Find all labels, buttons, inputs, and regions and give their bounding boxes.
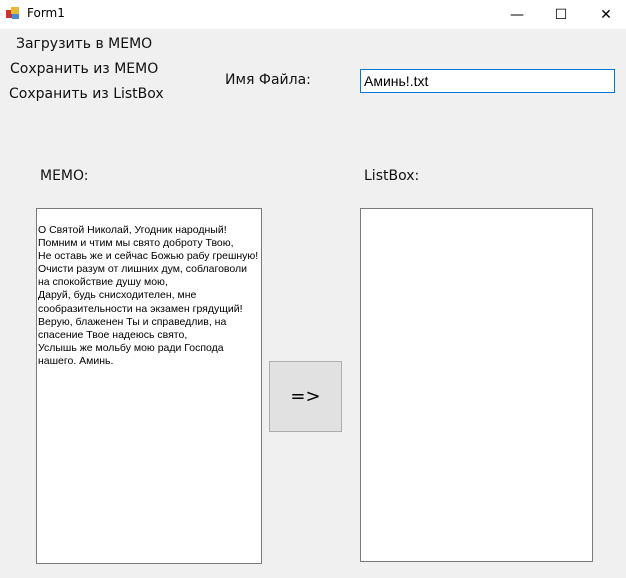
window-title: Form1 — [27, 6, 65, 20]
minimize-button[interactable]: — — [494, 0, 540, 29]
menu-save-listbox[interactable]: Сохранить из ListBox — [9, 86, 164, 102]
app-icon — [6, 7, 19, 19]
menu-load-memo[interactable]: Загрузить в MEMO — [16, 36, 152, 52]
filename-input[interactable] — [360, 69, 615, 93]
menu-save-memo[interactable]: Сохранить из MEMO — [10, 61, 158, 77]
transfer-button[interactable]: => — [269, 361, 342, 432]
filename-label: Имя Файла: — [225, 72, 311, 88]
title-bar: Form1 — ☐ ✕ — [0, 0, 626, 29]
close-button[interactable]: ✕ — [583, 0, 626, 29]
listbox[interactable] — [360, 208, 593, 562]
memo-label: MEMO: — [40, 168, 89, 184]
maximize-button[interactable]: ☐ — [538, 0, 584, 29]
listbox-label: ListBox: — [364, 168, 420, 184]
memo-textarea[interactable]: О Святой Николай, Угодник народный! Помн… — [36, 208, 262, 564]
